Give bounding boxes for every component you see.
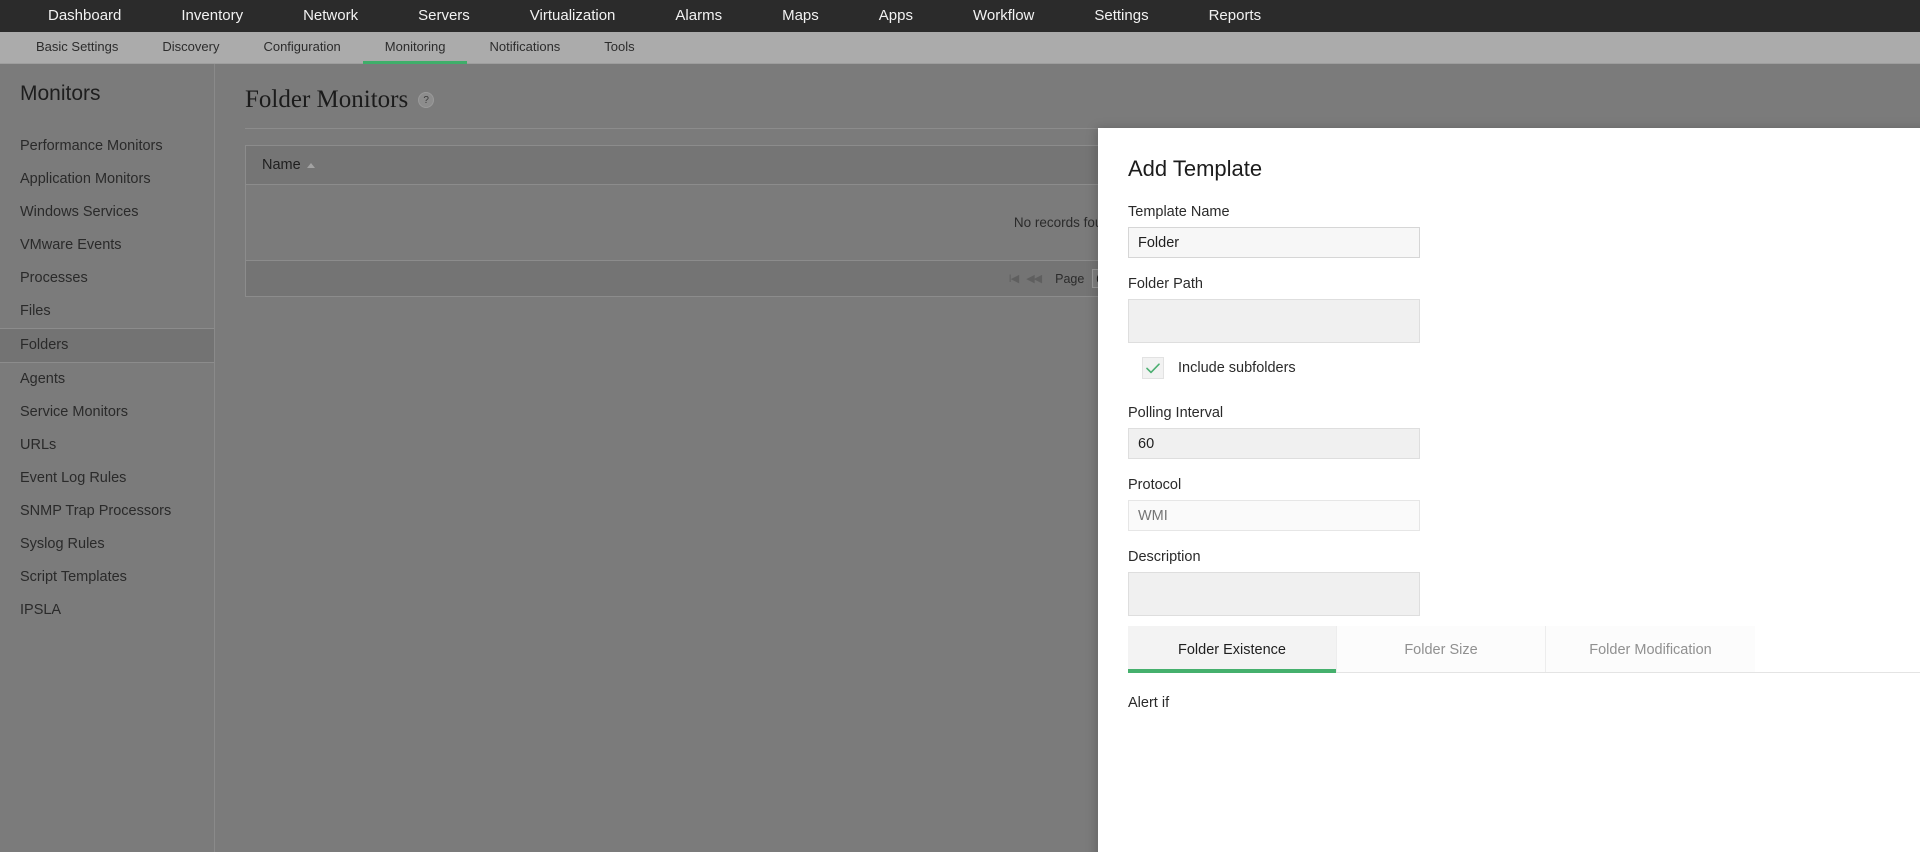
topnav-item-virtualization[interactable]: Virtualization bbox=[500, 0, 646, 32]
topnav-item-dashboard[interactable]: Dashboard bbox=[18, 0, 151, 32]
sidebar-item-snmp-trap-processors[interactable]: SNMP Trap Processors bbox=[0, 495, 214, 528]
panel-title: Add Template bbox=[1128, 156, 1263, 181]
first-page-icon[interactable]: I◀ bbox=[1009, 272, 1019, 285]
topnav-item-reports[interactable]: Reports bbox=[1179, 0, 1292, 32]
subnav-item-monitoring[interactable]: Monitoring bbox=[362, 32, 468, 64]
description-input[interactable] bbox=[1128, 572, 1420, 616]
column-header-name-label: Name bbox=[262, 157, 301, 173]
sidebar-item-script-templates[interactable]: Script Templates bbox=[0, 561, 214, 594]
topnav-item-servers[interactable]: Servers bbox=[388, 0, 500, 32]
add-template-panel-inner: Add Template ✕ Template Name Folder Path bbox=[1098, 128, 1920, 852]
sidebar-item-windows-services[interactable]: Windows Services bbox=[0, 196, 214, 229]
sidebar: Monitors Performance Monitors Applicatio… bbox=[0, 64, 215, 852]
template-name-field-group: Template Name bbox=[1128, 204, 1920, 258]
tabs-container: Folder Existence Folder Size Folder Modi… bbox=[1098, 626, 1920, 673]
top-navigation-bar: Dashboard Inventory Network Servers Virt… bbox=[0, 0, 1920, 32]
protocol-field-group: Protocol bbox=[1128, 477, 1920, 531]
previous-page-icon[interactable]: ◀◀ bbox=[1026, 272, 1042, 285]
subnav-item-discovery[interactable]: Discovery bbox=[140, 32, 241, 64]
topnav-item-settings[interactable]: Settings bbox=[1064, 0, 1178, 32]
main-content: Folder Monitors ? Name Description bbox=[215, 64, 1920, 852]
sidebar-item-syslog-rules[interactable]: Syslog Rules bbox=[0, 528, 214, 561]
topnav-item-inventory[interactable]: Inventory bbox=[151, 0, 273, 32]
sort-ascending-icon[interactable] bbox=[306, 162, 315, 168]
protocol-label: Protocol bbox=[1128, 477, 1182, 493]
description-label: Description bbox=[1128, 549, 1201, 565]
subnav-item-configuration[interactable]: Configuration bbox=[241, 32, 362, 64]
tab-folder-modification[interactable]: Folder Modification bbox=[1546, 626, 1755, 672]
help-icon[interactable]: ? bbox=[418, 92, 435, 108]
sidebar-item-agents[interactable]: Agents bbox=[0, 363, 214, 396]
topnav-item-workflow[interactable]: Workflow bbox=[943, 0, 1064, 32]
sidebar-item-urls[interactable]: URLs bbox=[0, 429, 214, 462]
description-field-group: Description bbox=[1128, 549, 1920, 616]
sidebar-item-folders[interactable]: Folders bbox=[0, 328, 214, 363]
folder-path-label: Folder Path bbox=[1128, 276, 1203, 292]
sidebar-item-event-log-rules[interactable]: Event Log Rules bbox=[0, 462, 214, 495]
page-title: Folder Monitors bbox=[245, 86, 409, 113]
sidebar-title: Monitors bbox=[20, 82, 101, 105]
polling-interval-field-group: Polling Interval bbox=[1128, 405, 1920, 459]
column-header-name[interactable]: Name bbox=[246, 146, 1167, 185]
page-label: Page bbox=[1055, 271, 1085, 286]
sidebar-item-processes[interactable]: Processes bbox=[0, 262, 214, 295]
include-subfolders-checkbox[interactable] bbox=[1142, 357, 1164, 379]
sidebar-item-application-monitors[interactable]: Application Monitors bbox=[0, 163, 214, 196]
topnav-item-network[interactable]: Network bbox=[273, 0, 388, 32]
sidebar-item-performance-monitors[interactable]: Performance Monitors bbox=[0, 130, 214, 163]
include-subfolders-label: Include subfolders bbox=[1178, 360, 1296, 376]
alert-if-label: Alert if bbox=[1128, 695, 1170, 711]
folder-path-field-group: Folder Path bbox=[1128, 276, 1920, 343]
topnav-item-maps[interactable]: Maps bbox=[752, 0, 849, 32]
folder-path-input[interactable] bbox=[1128, 299, 1420, 343]
page-title-row: Folder Monitors ? bbox=[245, 86, 1890, 129]
add-template-form: Template Name Folder Path Inclu bbox=[1098, 182, 1920, 616]
polling-interval-label: Polling Interval bbox=[1128, 405, 1224, 421]
tab-folder-size[interactable]: Folder Size bbox=[1337, 626, 1546, 672]
subnav-item-tools[interactable]: Tools bbox=[582, 32, 656, 64]
template-name-label: Template Name bbox=[1128, 204, 1230, 220]
protocol-input bbox=[1128, 500, 1420, 531]
sidebar-item-vmware-events[interactable]: VMware Events bbox=[0, 229, 214, 262]
topnav-item-apps[interactable]: Apps bbox=[849, 0, 943, 32]
sidebar-item-service-monitors[interactable]: Service Monitors bbox=[0, 396, 214, 429]
tab-folder-existence[interactable]: Folder Existence bbox=[1128, 626, 1337, 673]
sub-navigation-bar: Basic Settings Discovery Configuration M… bbox=[0, 32, 1920, 64]
panel-header: Add Template ✕ bbox=[1098, 128, 1920, 182]
sidebar-item-files[interactable]: Files bbox=[0, 295, 214, 328]
subnav-item-basic-settings[interactable]: Basic Settings bbox=[14, 32, 140, 64]
subnav-item-notifications[interactable]: Notifications bbox=[467, 32, 582, 64]
include-subfolders-row: Include subfolders bbox=[1142, 357, 1920, 379]
add-template-panel: Add Template ✕ Template Name Folder Path bbox=[1098, 128, 1920, 852]
sidebar-item-ipsla[interactable]: IPSLA bbox=[0, 594, 214, 627]
app-body: Monitors Performance Monitors Applicatio… bbox=[0, 64, 1920, 852]
polling-interval-input[interactable] bbox=[1128, 428, 1420, 459]
topnav-item-alarms[interactable]: Alarms bbox=[645, 0, 752, 32]
template-name-input[interactable] bbox=[1128, 227, 1420, 258]
condition-tabs: Folder Existence Folder Size Folder Modi… bbox=[1128, 626, 1920, 673]
